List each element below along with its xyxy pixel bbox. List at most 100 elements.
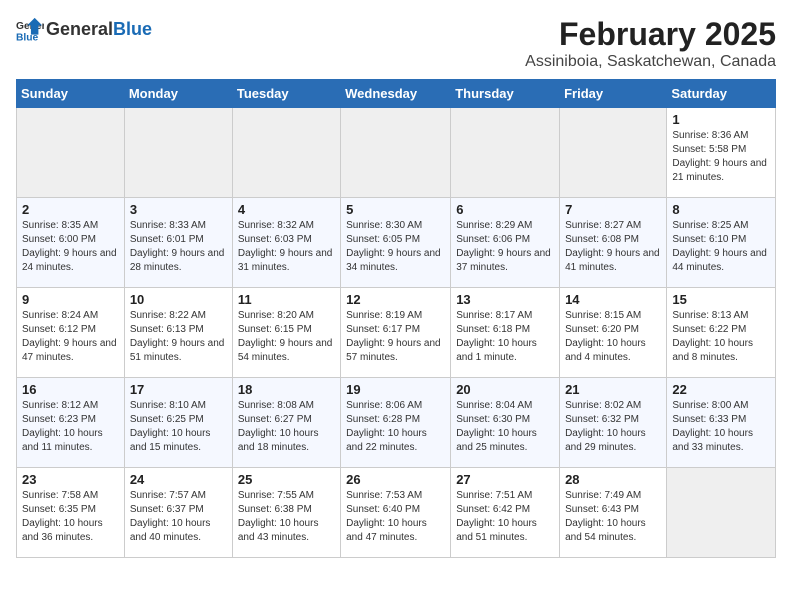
day-detail: Sunrise: 8:15 AM Sunset: 6:20 PM Dayligh… xyxy=(565,309,661,365)
logo-general-text: General xyxy=(46,19,113,39)
calendar-week-3: 9 Sunrise: 8:24 AM Sunset: 6:12 PM Daylig… xyxy=(17,288,776,378)
calendar-cell: 16 Sunrise: 8:12 AM Sunset: 6:23 PM Dayli… xyxy=(17,378,125,468)
day-number: 7 xyxy=(565,202,661,217)
day-number: 24 xyxy=(130,472,227,487)
day-detail: Sunrise: 7:55 AM Sunset: 6:38 PM Dayligh… xyxy=(238,489,335,545)
calendar-week-2: 2Sunrise: 8:35 AM Sunset: 6:00 PM Daylig… xyxy=(17,198,776,288)
calendar-cell: 5 Sunrise: 8:30 AM Sunset: 6:05 PM Daylig… xyxy=(341,198,451,288)
day-number: 11 xyxy=(238,292,335,307)
calendar-cell: 22 Sunrise: 8:00 AM Sunset: 6:33 PM Dayli… xyxy=(667,378,776,468)
calendar-cell: 25Sunrise: 7:55 AM Sunset: 6:38 PM Dayli… xyxy=(232,468,340,558)
calendar-cell: 19 Sunrise: 8:06 AM Sunset: 6:28 PM Dayli… xyxy=(341,378,451,468)
day-number: 1 xyxy=(672,112,770,127)
day-detail: Sunrise: 8:12 AM Sunset: 6:23 PM Dayligh… xyxy=(22,399,119,455)
day-detail: Sunrise: 8:30 AM Sunset: 6:05 PM Dayligh… xyxy=(346,219,445,275)
day-number: 19 xyxy=(346,382,445,397)
calendar-cell: 21Sunrise: 8:02 AM Sunset: 6:32 PM Dayli… xyxy=(560,378,667,468)
day-number: 4 xyxy=(238,202,335,217)
calendar-cell: 24 Sunrise: 7:57 AM Sunset: 6:37 PM Dayli… xyxy=(124,468,232,558)
calendar-cell: 13 Sunrise: 8:17 AM Sunset: 6:18 PM Dayli… xyxy=(451,288,560,378)
logo: General Blue GeneralBlue xyxy=(16,16,152,44)
day-detail: Sunrise: 7:57 AM Sunset: 6:37 PM Dayligh… xyxy=(130,489,227,545)
header-day-monday: Monday xyxy=(124,80,232,108)
day-number: 12 xyxy=(346,292,445,307)
day-detail: Sunrise: 8:00 AM Sunset: 6:33 PM Dayligh… xyxy=(672,399,770,455)
day-detail: Sunrise: 8:22 AM Sunset: 6:13 PM Dayligh… xyxy=(130,309,227,365)
calendar-cell xyxy=(560,108,667,198)
header-day-saturday: Saturday xyxy=(667,80,776,108)
day-number: 3 xyxy=(130,202,227,217)
day-number: 27 xyxy=(456,472,554,487)
calendar-cell: 11 Sunrise: 8:20 AM Sunset: 6:15 PM Dayli… xyxy=(232,288,340,378)
day-detail: Sunrise: 7:49 AM Sunset: 6:43 PM Dayligh… xyxy=(565,489,661,545)
calendar-cell: 17 Sunrise: 8:10 AM Sunset: 6:25 PM Dayli… xyxy=(124,378,232,468)
day-number: 15 xyxy=(672,292,770,307)
header: General Blue GeneralBlue February 2025 A… xyxy=(16,16,776,71)
day-detail: Sunrise: 8:36 AM Sunset: 5:58 PM Dayligh… xyxy=(672,129,770,185)
calendar-cell: 10 Sunrise: 8:22 AM Sunset: 6:13 PM Dayli… xyxy=(124,288,232,378)
day-detail: Sunrise: 8:20 AM Sunset: 6:15 PM Dayligh… xyxy=(238,309,335,365)
location-title: Assiniboia, Saskatchewan, Canada xyxy=(525,53,776,71)
calendar-cell: 20 Sunrise: 8:04 AM Sunset: 6:30 PM Dayli… xyxy=(451,378,560,468)
header-day-friday: Friday xyxy=(560,80,667,108)
calendar-cell: 6 Sunrise: 8:29 AM Sunset: 6:06 PM Daylig… xyxy=(451,198,560,288)
calendar-week-4: 16 Sunrise: 8:12 AM Sunset: 6:23 PM Dayli… xyxy=(17,378,776,468)
day-number: 9 xyxy=(22,292,119,307)
day-detail: Sunrise: 8:06 AM Sunset: 6:28 PM Dayligh… xyxy=(346,399,445,455)
calendar-cell: 18 Sunrise: 8:08 AM Sunset: 6:27 PM Dayli… xyxy=(232,378,340,468)
day-number: 20 xyxy=(456,382,554,397)
calendar-cell: 23Sunrise: 7:58 AM Sunset: 6:35 PM Dayli… xyxy=(17,468,125,558)
calendar-cell xyxy=(451,108,560,198)
day-number: 6 xyxy=(456,202,554,217)
header-day-tuesday: Tuesday xyxy=(232,80,340,108)
day-number: 13 xyxy=(456,292,554,307)
header-day-thursday: Thursday xyxy=(451,80,560,108)
calendar-cell: 9 Sunrise: 8:24 AM Sunset: 6:12 PM Daylig… xyxy=(17,288,125,378)
day-detail: Sunrise: 8:04 AM Sunset: 6:30 PM Dayligh… xyxy=(456,399,554,455)
logo-blue-text: Blue xyxy=(113,19,152,39)
day-detail: Sunrise: 8:33 AM Sunset: 6:01 PM Dayligh… xyxy=(130,219,227,275)
day-number: 5 xyxy=(346,202,445,217)
calendar-cell: 1 Sunrise: 8:36 AM Sunset: 5:58 PM Daylig… xyxy=(667,108,776,198)
day-detail: Sunrise: 8:19 AM Sunset: 6:17 PM Dayligh… xyxy=(346,309,445,365)
day-number: 22 xyxy=(672,382,770,397)
calendar-cell xyxy=(17,108,125,198)
calendar-cell xyxy=(124,108,232,198)
calendar-cell: 27 Sunrise: 7:51 AM Sunset: 6:42 PM Dayli… xyxy=(451,468,560,558)
day-number: 10 xyxy=(130,292,227,307)
day-detail: Sunrise: 8:32 AM Sunset: 6:03 PM Dayligh… xyxy=(238,219,335,275)
calendar-cell: 26Sunrise: 7:53 AM Sunset: 6:40 PM Dayli… xyxy=(341,468,451,558)
day-number: 2 xyxy=(22,202,119,217)
title-area: February 2025 Assiniboia, Saskatchewan, … xyxy=(525,16,776,71)
day-number: 23 xyxy=(22,472,119,487)
day-detail: Sunrise: 7:53 AM Sunset: 6:40 PM Dayligh… xyxy=(346,489,445,545)
calendar-cell: 2Sunrise: 8:35 AM Sunset: 6:00 PM Daylig… xyxy=(17,198,125,288)
calendar-cell: 12 Sunrise: 8:19 AM Sunset: 6:17 PM Dayli… xyxy=(341,288,451,378)
day-detail: Sunrise: 7:51 AM Sunset: 6:42 PM Dayligh… xyxy=(456,489,554,545)
calendar-cell: 4 Sunrise: 8:32 AM Sunset: 6:03 PM Daylig… xyxy=(232,198,340,288)
day-detail: Sunrise: 8:17 AM Sunset: 6:18 PM Dayligh… xyxy=(456,309,554,365)
calendar-cell: 3 Sunrise: 8:33 AM Sunset: 6:01 PM Daylig… xyxy=(124,198,232,288)
calendar: SundayMondayTuesdayWednesdayThursdayFrid… xyxy=(16,79,776,558)
calendar-week-1: 1 Sunrise: 8:36 AM Sunset: 5:58 PM Daylig… xyxy=(17,108,776,198)
calendar-cell: 28 Sunrise: 7:49 AM Sunset: 6:43 PM Dayli… xyxy=(560,468,667,558)
day-detail: Sunrise: 8:10 AM Sunset: 6:25 PM Dayligh… xyxy=(130,399,227,455)
calendar-week-5: 23Sunrise: 7:58 AM Sunset: 6:35 PM Dayli… xyxy=(17,468,776,558)
calendar-cell xyxy=(667,468,776,558)
day-number: 17 xyxy=(130,382,227,397)
day-detail: Sunrise: 8:25 AM Sunset: 6:10 PM Dayligh… xyxy=(672,219,770,275)
day-detail: Sunrise: 8:24 AM Sunset: 6:12 PM Dayligh… xyxy=(22,309,119,365)
day-number: 16 xyxy=(22,382,119,397)
calendar-body: 1 Sunrise: 8:36 AM Sunset: 5:58 PM Daylig… xyxy=(17,108,776,558)
day-detail: Sunrise: 8:08 AM Sunset: 6:27 PM Dayligh… xyxy=(238,399,335,455)
calendar-cell: 15Sunrise: 8:13 AM Sunset: 6:22 PM Dayli… xyxy=(667,288,776,378)
header-day-sunday: Sunday xyxy=(17,80,125,108)
calendar-cell: 8 Sunrise: 8:25 AM Sunset: 6:10 PM Daylig… xyxy=(667,198,776,288)
day-number: 18 xyxy=(238,382,335,397)
day-number: 8 xyxy=(672,202,770,217)
day-number: 28 xyxy=(565,472,661,487)
day-detail: Sunrise: 8:29 AM Sunset: 6:06 PM Dayligh… xyxy=(456,219,554,275)
day-detail: Sunrise: 8:02 AM Sunset: 6:32 PM Dayligh… xyxy=(565,399,661,455)
calendar-cell xyxy=(341,108,451,198)
header-day-wednesday: Wednesday xyxy=(341,80,451,108)
